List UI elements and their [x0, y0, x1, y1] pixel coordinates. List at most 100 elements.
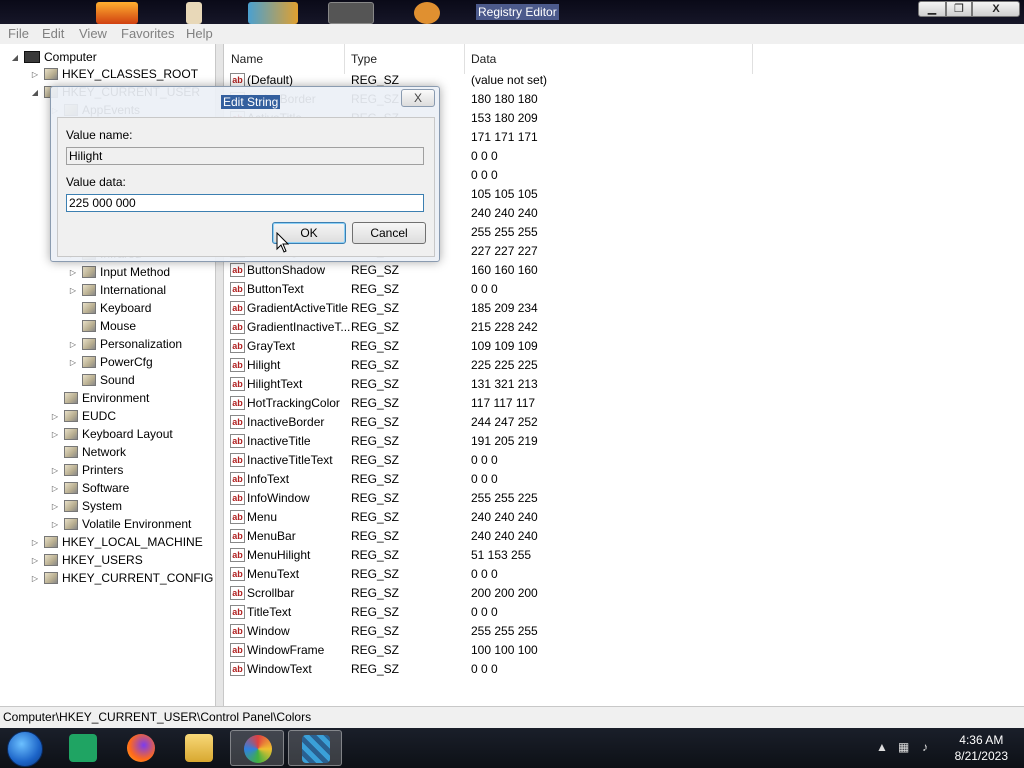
table-row[interactable]: ab ButtonText REG_SZ 0 0 0	[225, 280, 825, 299]
expand-arrow-icon[interactable]: ◢	[10, 49, 20, 67]
table-row[interactable]: ab InactiveTitleText REG_SZ 0 0 0	[225, 451, 825, 470]
table-row[interactable]: ab HilightText REG_SZ 131 321 213	[225, 375, 825, 394]
value-name-cell: MenuBar	[247, 529, 296, 543]
value-data-field[interactable]	[66, 194, 424, 212]
tree-item[interactable]: Network	[50, 443, 126, 461]
table-row[interactable]: ab Menu REG_SZ 240 240 240	[225, 508, 825, 527]
start-button[interactable]	[7, 731, 43, 767]
value-type-cell: REG_SZ	[351, 301, 400, 315]
expand-arrow-icon[interactable]: ▷	[68, 354, 78, 372]
tree-item-label: HKEY_USERS	[62, 553, 143, 567]
value-data-cell: 255 255 225	[471, 491, 538, 505]
background-app-icon	[96, 2, 138, 24]
show-hidden-icons-icon[interactable]: ▲	[876, 740, 888, 754]
tree-item[interactable]: ▷ HKEY_LOCAL_MACHINE	[30, 533, 203, 551]
column-header-name[interactable]: Name	[225, 44, 345, 74]
tree-item[interactable]: ▷ International	[68, 281, 166, 299]
expand-arrow-icon[interactable]: ▷	[50, 408, 60, 426]
tree-item[interactable]: ▷ Personalization	[68, 335, 182, 353]
expand-arrow-icon[interactable]: ▷	[50, 498, 60, 516]
taskbar-sheets[interactable]	[56, 730, 110, 766]
menu-favorites[interactable]: Favorites	[121, 26, 174, 42]
tree-item[interactable]: ▷ HKEY_USERS	[30, 551, 143, 569]
table-row[interactable]: ab HotTrackingColor REG_SZ 117 117 117	[225, 394, 825, 413]
tree-item[interactable]: Mouse	[68, 317, 136, 335]
menu-edit[interactable]: Edit	[42, 26, 64, 42]
expand-arrow-icon[interactable]: ▷	[30, 534, 40, 552]
table-row[interactable]: ab ButtonShadow REG_SZ 160 160 160	[225, 261, 825, 280]
clock[interactable]: 4:36 AM 8/21/2023	[955, 732, 1008, 764]
dialog-close-button[interactable]: X	[401, 89, 435, 107]
expand-arrow-icon[interactable]: ▷	[30, 570, 40, 588]
value-data-cell: 191 205 219	[471, 434, 538, 448]
value-name-field[interactable]	[66, 147, 424, 165]
menu-view[interactable]: View	[79, 26, 107, 42]
tree-item[interactable]: ◢ Computer	[10, 48, 97, 66]
tree-item[interactable]: Environment	[50, 389, 149, 407]
background-app-icon	[248, 2, 298, 24]
tree-item[interactable]: ▷ System	[50, 497, 122, 515]
value-name-cell: GrayText	[247, 339, 296, 353]
taskbar-firefox[interactable]	[114, 730, 168, 766]
table-row[interactable]: ab InactiveTitle REG_SZ 191 205 219	[225, 432, 825, 451]
value-type-cell: REG_SZ	[351, 339, 400, 353]
table-row[interactable]: ab Hilight REG_SZ 225 225 225	[225, 356, 825, 375]
string-value-icon: ab	[230, 624, 245, 638]
paint-icon	[244, 735, 272, 763]
expand-arrow-icon[interactable]: ▷	[30, 66, 40, 84]
table-row[interactable]: ab GrayText REG_SZ 109 109 109	[225, 337, 825, 356]
tree-item[interactable]: ▷ Volatile Environment	[50, 515, 191, 533]
expand-arrow-icon[interactable]: ▷	[50, 480, 60, 498]
table-row[interactable]: ab MenuText REG_SZ 0 0 0	[225, 565, 825, 584]
taskbar-file-explorer[interactable]	[172, 730, 226, 766]
expand-arrow-icon[interactable]: ▷	[68, 282, 78, 300]
tree-item[interactable]: ▷ Printers	[50, 461, 123, 479]
table-row[interactable]: ab MenuBar REG_SZ 240 240 240	[225, 527, 825, 546]
expand-arrow-icon[interactable]: ▷	[68, 336, 78, 354]
table-row[interactable]: ab InfoText REG_SZ 0 0 0	[225, 470, 825, 489]
table-row[interactable]: ab GradientActiveTitle REG_SZ 185 209 234	[225, 299, 825, 318]
table-row[interactable]: ab InactiveBorder REG_SZ 244 247 252	[225, 413, 825, 432]
tree-item[interactable]: ▷ Keyboard Layout	[50, 425, 173, 443]
table-row[interactable]: ab Scrollbar REG_SZ 200 200 200	[225, 584, 825, 603]
close-button[interactable]: X	[972, 1, 1020, 17]
expand-arrow-icon[interactable]: ◢	[30, 84, 40, 102]
registry-key-icon	[64, 482, 78, 494]
volume-icon[interactable]: ♪	[922, 740, 928, 754]
expand-arrow-icon[interactable]: ▷	[50, 516, 60, 534]
tree-item[interactable]: ▷ Input Method	[68, 263, 170, 281]
tree-item[interactable]: ▷ HKEY_CURRENT_CONFIG	[30, 569, 213, 587]
maximize-button[interactable]: ❐	[946, 1, 972, 17]
expand-arrow-icon[interactable]: ▷	[30, 552, 40, 570]
network-icon[interactable]: ▦	[898, 740, 909, 754]
tree-item[interactable]: Sound	[68, 371, 135, 389]
value-name-cell: MenuHilight	[247, 548, 311, 562]
menu-file[interactable]: File	[8, 26, 29, 42]
registry-key-icon	[82, 356, 96, 368]
expand-arrow-icon[interactable]: ▷	[68, 264, 78, 282]
table-row[interactable]: ab Window REG_SZ 255 255 255	[225, 622, 825, 641]
tree-item[interactable]: ▷ HKEY_CLASSES_ROOT	[30, 65, 198, 83]
tree-item[interactable]: ▷ EUDC	[50, 407, 116, 425]
table-row[interactable]: ab WindowText REG_SZ 0 0 0	[225, 660, 825, 679]
table-row[interactable]: ab MenuHilight REG_SZ 51 153 255	[225, 546, 825, 565]
column-header-data[interactable]: Data	[465, 44, 753, 74]
table-row[interactable]: ab InfoWindow REG_SZ 255 255 225	[225, 489, 825, 508]
taskbar-paint[interactable]	[230, 730, 284, 766]
minimize-button[interactable]: ▁	[918, 1, 946, 17]
column-header-type[interactable]: Type	[345, 44, 465, 74]
tree-item[interactable]: ▷ PowerCfg	[68, 353, 153, 371]
menu-help[interactable]: Help	[186, 26, 213, 42]
table-row[interactable]: ab GradientInactiveT... REG_SZ 215 228 242	[225, 318, 825, 337]
edit-string-dialog: Edit String X Value name: Value data: OK…	[50, 86, 440, 262]
table-row[interactable]: ab WindowFrame REG_SZ 100 100 100	[225, 641, 825, 660]
taskbar-regedit[interactable]	[288, 730, 342, 766]
table-row[interactable]: ab TitleText REG_SZ 0 0 0	[225, 603, 825, 622]
cancel-button[interactable]: Cancel	[352, 222, 426, 244]
expand-arrow-icon[interactable]: ▷	[50, 462, 60, 480]
menu-bar: File Edit View Favorites Help	[0, 24, 1024, 44]
expand-arrow-icon[interactable]: ▷	[50, 426, 60, 444]
tree-item[interactable]: Keyboard	[68, 299, 151, 317]
tree-item[interactable]: ▷ Software	[50, 479, 129, 497]
tree-item-label: Volatile Environment	[82, 517, 192, 531]
